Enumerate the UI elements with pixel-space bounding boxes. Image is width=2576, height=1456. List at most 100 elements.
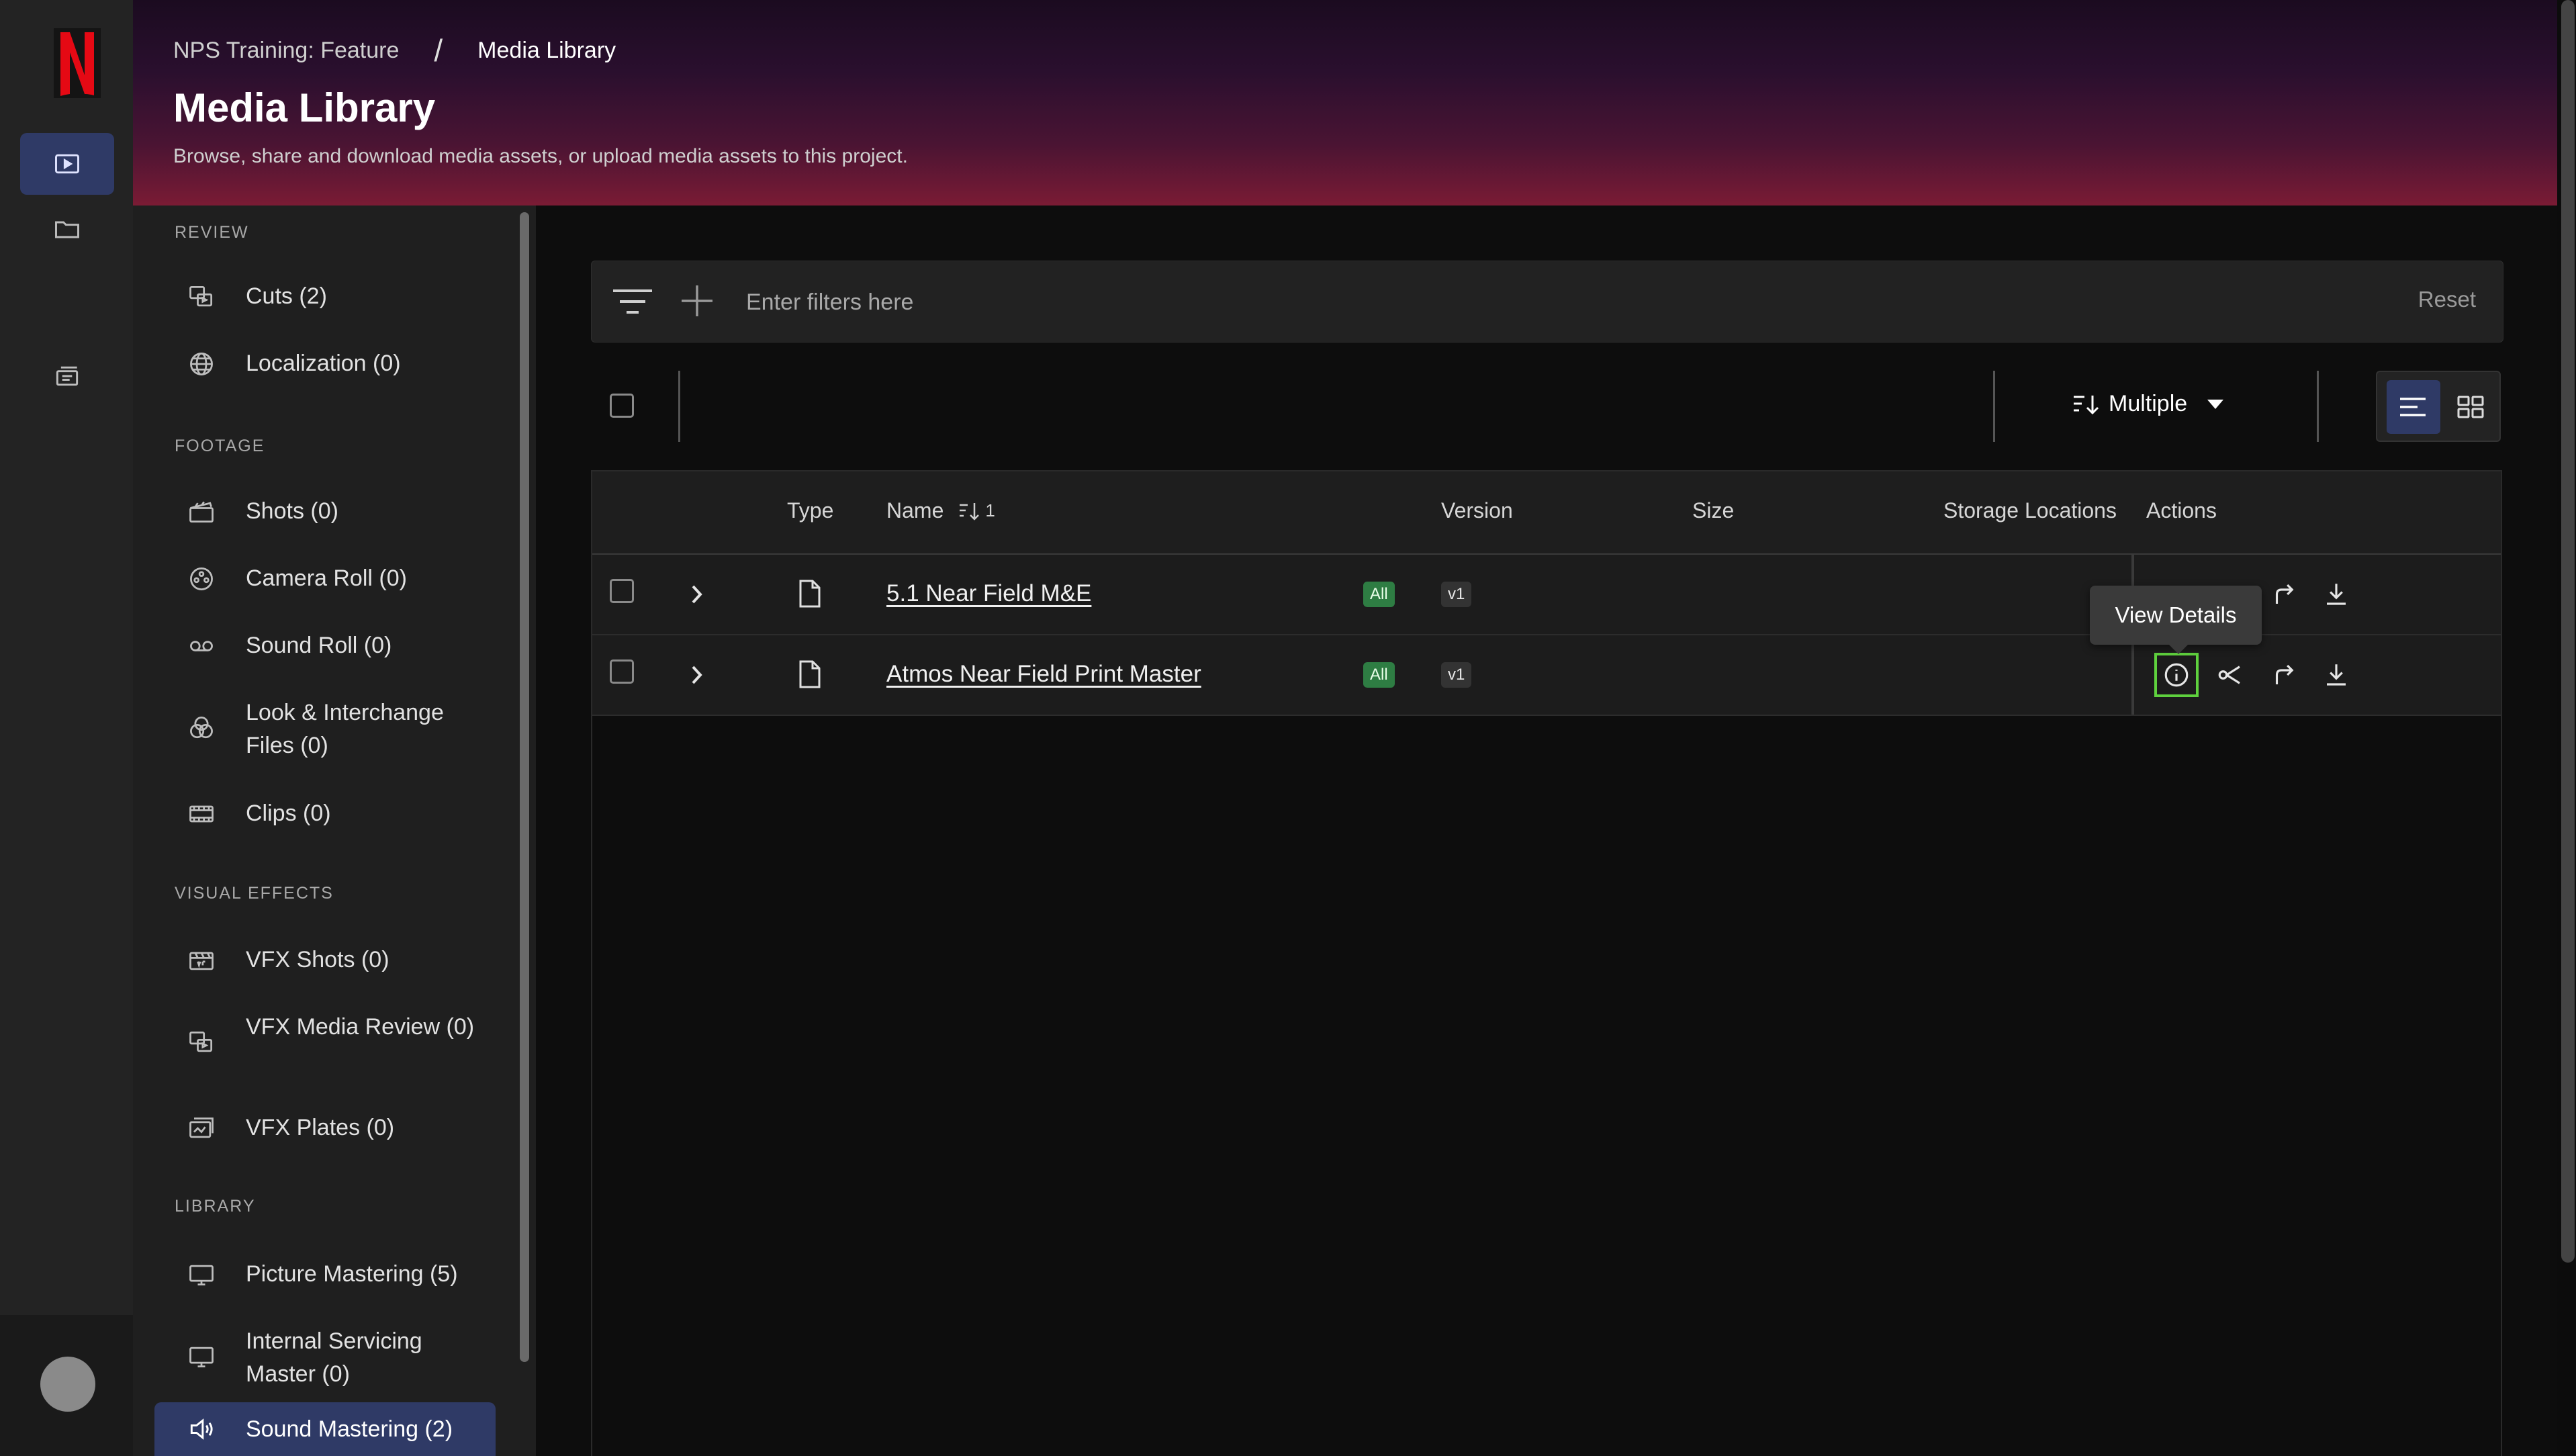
media-library-icon bbox=[55, 154, 79, 174]
sidebar-item-label: Localization (0) bbox=[246, 351, 401, 376]
cuts-icon bbox=[187, 282, 216, 312]
color-circles-icon bbox=[187, 713, 216, 743]
page-header: NPS Training: Feature / Media Library Me… bbox=[133, 0, 2557, 206]
workflow-icon bbox=[2218, 666, 2240, 684]
sidebar-item-vfx-plates[interactable]: VFX Plates (0) bbox=[187, 1113, 489, 1144]
toolbar-divider bbox=[2317, 371, 2319, 442]
sort-ascending-icon bbox=[960, 502, 980, 520]
globe-icon bbox=[187, 349, 216, 379]
column-name-label: Name bbox=[886, 498, 944, 522]
sort-label: Multiple bbox=[2109, 391, 2188, 416]
speaker-icon bbox=[187, 1414, 216, 1444]
status-badge: All bbox=[1363, 582, 1395, 607]
breadcrumb: NPS Training: Feature / Media Library bbox=[173, 32, 616, 69]
monitor-icon bbox=[187, 1260, 216, 1289]
column-version[interactable]: Version bbox=[1441, 498, 1513, 523]
view-details-tooltip: View Details bbox=[2090, 586, 2262, 654]
sidebar-item-vfx-media-review[interactable]: VFX Media Review (0) bbox=[187, 1013, 489, 1057]
download-action[interactable] bbox=[2321, 579, 2352, 610]
sort-dropdown[interactable]: Multiple bbox=[2072, 391, 2234, 417]
tape-icon bbox=[187, 631, 216, 661]
user-avatar[interactable] bbox=[40, 1357, 95, 1412]
sort-icon bbox=[2074, 395, 2099, 414]
sidebar-item-camera-roll[interactable]: Camera Roll (0) bbox=[187, 564, 489, 595]
sidebar-item-localization[interactable]: Localization (0) bbox=[187, 349, 489, 380]
section-label-visual-effects: VISUAL EFFECTS bbox=[175, 884, 334, 903]
sidebar-item-label: Sound Roll (0) bbox=[246, 633, 392, 658]
sidebar-item-label: Sound Mastering (2) bbox=[246, 1416, 453, 1442]
sidebar-item-clips[interactable]: Clips (0) bbox=[187, 799, 489, 830]
film-reel-icon bbox=[187, 564, 216, 594]
table-row[interactable]: Atmos Near Field Print Master All v1 bbox=[592, 635, 2501, 716]
share-arrow-icon bbox=[2275, 584, 2294, 604]
section-label-review: REVIEW bbox=[175, 223, 249, 242]
section-label-footage: FOOTAGE bbox=[175, 437, 265, 455]
reset-button[interactable]: Reset bbox=[2418, 287, 2476, 312]
select-all-checkbox[interactable] bbox=[610, 394, 634, 418]
version-badge: v1 bbox=[1441, 662, 1472, 688]
rail-folder-button[interactable] bbox=[20, 199, 114, 261]
sidebar-item-cuts[interactable]: Cuts (2) bbox=[187, 282, 489, 313]
asset-name-link[interactable]: Atmos Near Field Print Master bbox=[886, 661, 1201, 688]
breadcrumb-project[interactable]: NPS Training: Feature bbox=[173, 38, 399, 64]
version-badge: v1 bbox=[1441, 582, 1472, 607]
folder-icon bbox=[55, 221, 79, 238]
sidebar-item-label: Cuts (2) bbox=[246, 283, 327, 309]
sidebar-item-label: Shots (0) bbox=[246, 498, 338, 524]
breadcrumb-separator: / bbox=[434, 33, 443, 68]
breadcrumb-current: Media Library bbox=[477, 37, 616, 63]
list-view-button[interactable] bbox=[2387, 380, 2440, 434]
sidebar-item-internal-servicing-master[interactable]: Internal Servicing Master (0) bbox=[187, 1327, 489, 1391]
rail-transfers-button[interactable] bbox=[20, 345, 114, 407]
sidebar-item-label: Camera Roll (0) bbox=[246, 565, 407, 591]
page-subtitle: Browse, share and download media assets,… bbox=[173, 145, 908, 167]
workflow-action[interactable] bbox=[2215, 659, 2246, 690]
sidebar-item-label: VFX Shots (0) bbox=[246, 947, 389, 972]
view-details-action[interactable] bbox=[2154, 653, 2199, 697]
row-checkbox[interactable] bbox=[610, 579, 634, 603]
actions-divider bbox=[2131, 635, 2134, 715]
download-action[interactable] bbox=[2321, 659, 2352, 690]
grid-view-icon bbox=[2457, 396, 2484, 418]
grid-view-button[interactable] bbox=[2447, 380, 2494, 434]
list-view-icon bbox=[2400, 398, 2426, 416]
sidebar-item-label: VFX Plates (0) bbox=[246, 1115, 395, 1140]
column-name[interactable]: Name 1 bbox=[886, 498, 995, 523]
toolbar-divider bbox=[678, 371, 680, 442]
asset-name-link[interactable]: 5.1 Near Field M&E bbox=[886, 580, 1091, 607]
row-checkbox[interactable] bbox=[610, 659, 634, 684]
sidebar-item-shots[interactable]: Shots (0) bbox=[187, 497, 489, 528]
page-scrollbar[interactable] bbox=[2561, 0, 2575, 1263]
column-size[interactable]: Size bbox=[1692, 498, 1734, 523]
chevron-right-icon[interactable] bbox=[686, 583, 706, 606]
app-rail bbox=[0, 0, 133, 1456]
section-label-library: LIBRARY bbox=[175, 1197, 256, 1216]
view-toggle bbox=[2376, 371, 2501, 442]
download-icon bbox=[2327, 664, 2346, 686]
clapper-icon bbox=[187, 497, 216, 527]
chevron-right-icon[interactable] bbox=[686, 664, 706, 686]
add-filter-icon[interactable] bbox=[679, 283, 715, 319]
page-title: Media Library bbox=[173, 85, 436, 130]
netflix-logo[interactable] bbox=[54, 28, 101, 98]
sidebar-item-sound-mastering[interactable]: Sound Mastering (2) bbox=[154, 1402, 496, 1456]
column-type[interactable]: Type bbox=[787, 498, 833, 523]
toolbar-divider bbox=[1993, 371, 1995, 442]
sidebar-item-sound-roll[interactable]: Sound Roll (0) bbox=[187, 631, 489, 662]
sidebar-item-vfx-shots[interactable]: VFX Shots (0) bbox=[187, 946, 489, 976]
share-action[interactable] bbox=[2268, 579, 2299, 610]
info-icon bbox=[2164, 663, 2189, 687]
filter-icon[interactable] bbox=[612, 287, 653, 318]
sidebar-item-label: VFX Media Review (0) bbox=[246, 1014, 475, 1040]
sidebar-item-look-interchange[interactable]: Look & Interchange Files (0) bbox=[187, 698, 489, 762]
filter-input[interactable] bbox=[745, 281, 2090, 323]
table-header: Type Name 1 Version Size Storage Locatio… bbox=[592, 471, 2501, 555]
rail-media-library-button[interactable] bbox=[20, 133, 114, 195]
column-storage-locations[interactable]: Storage Locations bbox=[1943, 498, 2117, 523]
column-actions: Actions bbox=[2146, 498, 2217, 522]
sidebar-item-label: Clips (0) bbox=[246, 801, 331, 826]
sidebar-item-picture-mastering[interactable]: Picture Mastering (5) bbox=[187, 1260, 489, 1291]
sidebar-scrollbar[interactable] bbox=[520, 212, 529, 1362]
monitor-icon bbox=[187, 1342, 216, 1371]
share-action[interactable] bbox=[2268, 659, 2299, 690]
